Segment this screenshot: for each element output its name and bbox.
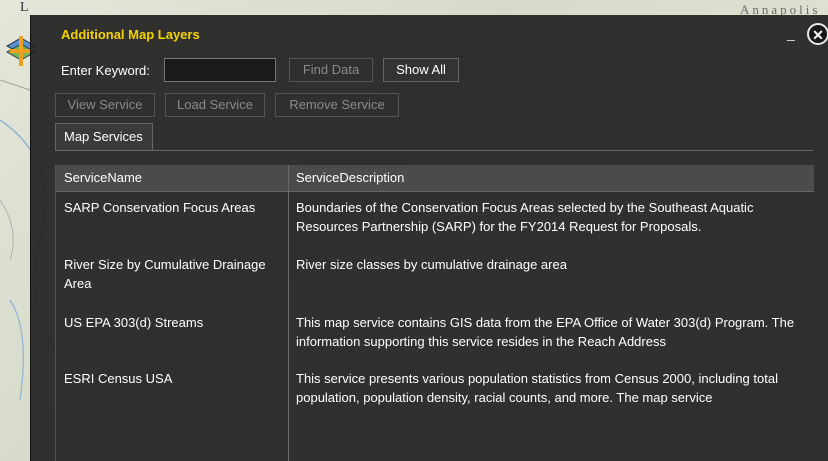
dialog-title: Additional Map Layers — [61, 27, 200, 42]
column-header-service-name[interactable]: ServiceName — [56, 165, 288, 191]
show-all-button[interactable]: Show All — [383, 58, 459, 82]
view-service-button[interactable]: View Service — [55, 93, 155, 117]
table-row[interactable]: River Size by Cumulative Drainage Area R… — [56, 255, 814, 299]
service-description-cell: This map service contains GIS data from … — [296, 315, 795, 349]
map-letter: L — [20, 0, 29, 15]
service-name-cell: ESRI Census USA — [64, 371, 173, 386]
service-description-cell: This service presents various population… — [296, 371, 778, 405]
table-row[interactable]: SARP Conservation Focus Areas Boundaries… — [56, 198, 814, 242]
load-service-button[interactable]: Load Service — [165, 93, 265, 117]
keyword-input[interactable] — [164, 58, 276, 82]
table-header: ServiceName ServiceDescription — [56, 165, 814, 192]
additional-map-layers-dialog: Additional Map Layers _ ✕ Enter Keyword:… — [30, 15, 828, 461]
table-row[interactable]: US EPA 303(d) Streams This map service c… — [56, 313, 814, 357]
column-header-service-description[interactable]: ServiceDescription — [288, 165, 808, 191]
service-name-cell: River Size by Cumulative Drainage Area — [64, 257, 266, 291]
tab-map-services[interactable]: Map Services — [55, 123, 153, 151]
tab-divider — [55, 150, 813, 151]
service-description-cell: River size classes by cumulative drainag… — [296, 257, 567, 272]
close-button[interactable]: ✕ — [807, 23, 828, 45]
remove-service-button[interactable]: Remove Service — [275, 93, 399, 117]
table-row[interactable]: ESRI Census USA This service presents va… — [56, 369, 814, 413]
service-name-cell: US EPA 303(d) Streams — [64, 315, 204, 330]
service-name-cell: SARP Conservation Focus Areas — [64, 200, 256, 215]
minimize-button[interactable]: _ — [787, 26, 799, 40]
find-data-button[interactable]: Find Data — [289, 58, 373, 82]
keyword-label: Enter Keyword: — [61, 63, 150, 78]
service-description-cell: Boundaries of the Conservation Focus Are… — [296, 200, 754, 234]
map-services-table: ServiceName ServiceDescription SARP Cons… — [55, 165, 814, 461]
